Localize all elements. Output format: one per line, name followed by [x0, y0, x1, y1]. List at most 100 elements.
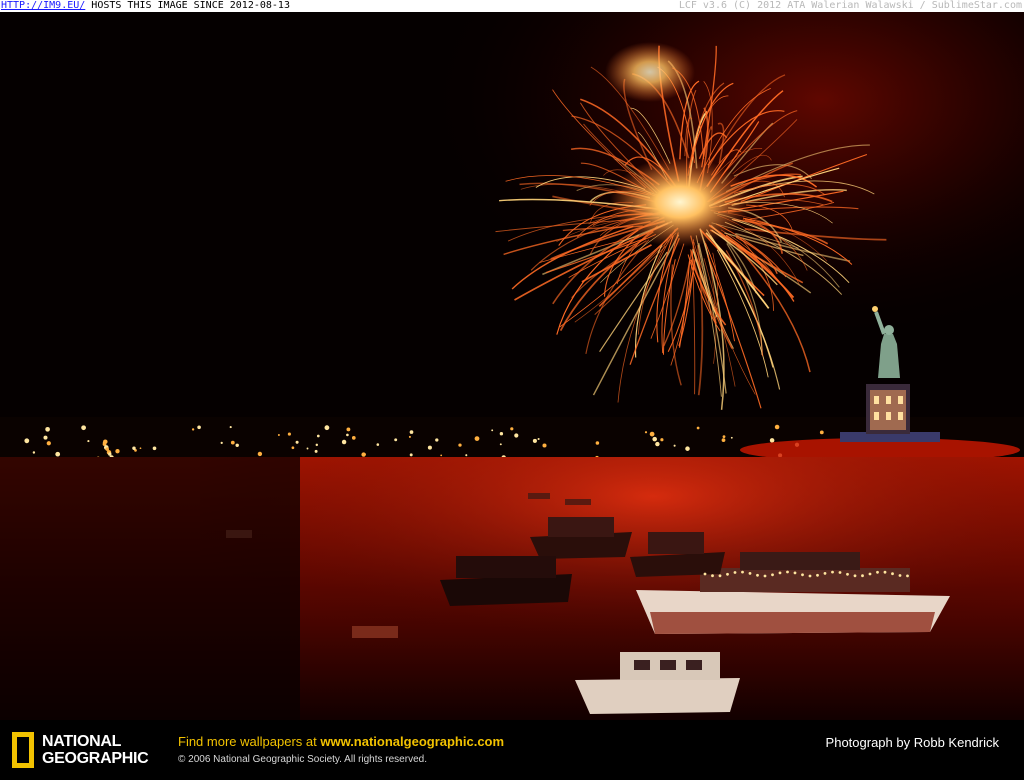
- city-light: [287, 432, 291, 436]
- watermark-since-text: HOSTS THIS IMAGE SINCE 2012-08-13: [91, 0, 290, 11]
- city-light: [55, 451, 61, 457]
- city-light: [458, 443, 462, 447]
- city-light: [132, 446, 136, 450]
- city-light: [510, 427, 514, 431]
- city-light: [655, 441, 660, 447]
- city-light: [220, 441, 223, 445]
- city-light: [440, 454, 443, 457]
- boat-light: [741, 570, 744, 574]
- wallpaper-promo: Find more wallpapers at www.nationalgeog…: [178, 734, 504, 749]
- city-light: [537, 437, 540, 441]
- city-light: [324, 425, 330, 431]
- city-light: [532, 438, 537, 443]
- city-light: [81, 425, 86, 431]
- city-light: [87, 440, 90, 443]
- city-light: [514, 433, 519, 438]
- copyright-text: © 2006 National Geographic Society. All …: [178, 754, 427, 765]
- boat-light: [801, 573, 804, 577]
- logo-line-1: NATIONAL: [42, 733, 122, 750]
- boat-light: [883, 570, 887, 574]
- city-light: [722, 435, 726, 438]
- city-light: [315, 443, 319, 447]
- boat-light: [733, 571, 737, 574]
- city-light: [649, 431, 655, 437]
- watermark-link[interactable]: HTTP://IM9.EU/: [1, 0, 85, 11]
- city-light: [595, 441, 600, 445]
- caption-bar: NATIONAL GEOGRAPHIC Find more wallpapers…: [0, 720, 1024, 780]
- firework-core: [610, 157, 750, 247]
- city-light: [277, 434, 280, 436]
- city-light: [673, 444, 676, 447]
- boat-light: [876, 570, 879, 574]
- boat-light: [703, 572, 707, 576]
- boat-light: [823, 572, 827, 575]
- city-light: [435, 438, 439, 442]
- boat-light: [786, 570, 789, 574]
- city-light: [363, 453, 366, 456]
- city-light: [103, 439, 108, 444]
- boat-light: [838, 571, 842, 574]
- city-light: [235, 443, 239, 448]
- city-light: [394, 438, 398, 442]
- city-light: [376, 443, 380, 446]
- city-light: [409, 453, 413, 457]
- boat-light: [771, 573, 774, 577]
- boat-light: [778, 571, 782, 575]
- city-light: [257, 451, 263, 457]
- boat-light: [853, 574, 857, 578]
- boat-light: [816, 573, 819, 577]
- city-light: [197, 425, 201, 430]
- boat-light: [763, 574, 767, 578]
- watermark-credit-text: LCF v3.6 (C) 2012 ATA Walerian Walawski …: [678, 0, 1022, 11]
- watermark-bar: HTTP://IM9.EU/HOSTS THIS IMAGE SINCE 201…: [0, 0, 1024, 12]
- boat-light: [868, 572, 872, 576]
- city-light: [427, 445, 432, 450]
- city-light: [139, 447, 142, 450]
- photo-illustration: [0, 12, 1024, 720]
- city-light: [819, 430, 824, 435]
- city-light: [499, 443, 502, 446]
- boat-light: [846, 572, 849, 576]
- city-light: [644, 431, 648, 434]
- boat-light: [891, 572, 894, 576]
- firework-top-glow: [605, 42, 695, 102]
- city-light: [685, 446, 690, 451]
- city-light: [43, 435, 48, 440]
- city-light: [660, 438, 664, 442]
- city-light: [499, 432, 504, 436]
- photo-credit: Photograph by Robb Kendrick: [825, 735, 999, 750]
- logo-line-2: GEOGRAPHIC: [42, 750, 149, 767]
- city-light: [652, 436, 657, 442]
- city-light: [465, 454, 468, 457]
- city-light: [408, 435, 411, 438]
- logo-wordmark: NATIONAL GEOGRAPHIC: [42, 733, 149, 767]
- boat-light: [808, 574, 812, 578]
- city-light: [316, 434, 320, 438]
- boat-light: [711, 574, 714, 578]
- boat-light: [906, 574, 909, 578]
- city-light: [24, 438, 30, 444]
- boat-light: [748, 572, 752, 575]
- city-light: [291, 446, 295, 450]
- boat-light: [718, 574, 722, 578]
- boat-light: [861, 574, 864, 578]
- city-light: [314, 449, 318, 453]
- photo-scene: [0, 12, 1024, 720]
- promo-prefix: Find more wallpapers at: [178, 734, 321, 749]
- dark-water-left: [0, 457, 300, 720]
- city-light: [491, 429, 494, 432]
- city-light: [46, 441, 51, 446]
- city-light: [306, 447, 309, 450]
- yellow-frame-icon: [12, 732, 34, 768]
- city-light: [474, 436, 480, 441]
- city-light: [346, 433, 349, 437]
- city-light: [191, 428, 195, 431]
- city-light: [730, 436, 733, 439]
- city-light: [542, 443, 547, 448]
- boat-light: [898, 574, 902, 577]
- city-light: [769, 438, 775, 443]
- city-light: [115, 449, 120, 454]
- boat-light: [793, 571, 797, 575]
- city-light: [45, 426, 50, 432]
- promo-url[interactable]: www.nationalgeographic.com: [320, 734, 504, 749]
